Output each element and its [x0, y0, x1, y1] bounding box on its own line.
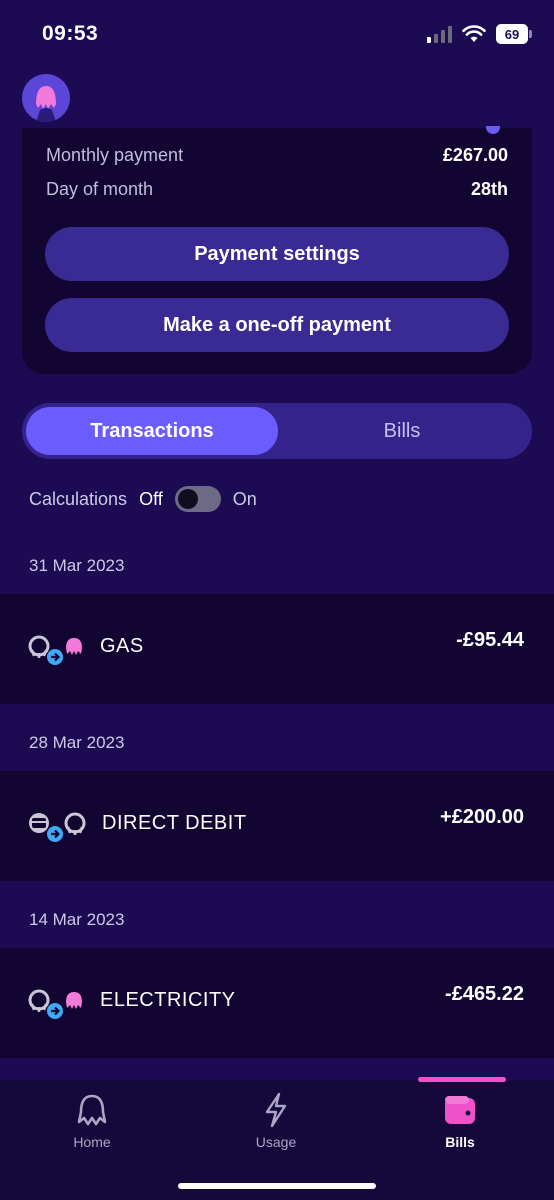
day-of-month-label: Day of month — [46, 179, 154, 199]
octopus-transfer-icon — [28, 989, 82, 1019]
home-indicator — [178, 1183, 376, 1189]
card-transfer-icon — [29, 812, 86, 842]
calculations-off-label: Off — [139, 488, 163, 509]
transaction-name: GAS — [100, 635, 144, 657]
transaction-name: ELECTRICITY — [100, 989, 236, 1011]
avatar-octopus-icon — [36, 86, 56, 122]
date-header: 14 Mar 2023 — [29, 910, 125, 929]
nav-usage-label: Usage — [255, 1134, 297, 1150]
transaction-amount: -£465.22 — [445, 983, 524, 1005]
payment-card: Monthly payment £267.00 Day of month 28t… — [22, 126, 532, 374]
date-header: 31 Mar 2023 — [29, 556, 125, 575]
monthly-payment-row: Monthly payment £267.00 — [46, 145, 508, 166]
transaction-row[interactable]: GAS -£95.44 — [0, 594, 554, 704]
bottom-tab-bar: Home Usage Bills — [0, 1077, 554, 1200]
one-off-payment-button[interactable]: Make a one-off payment — [45, 298, 509, 352]
transaction-row[interactable]: DIRECT DEBIT +£200.00 — [0, 771, 554, 881]
active-tab-indicator — [418, 1077, 506, 1082]
monthly-payment-label: Monthly payment — [46, 145, 184, 165]
calculations-toggle[interactable] — [174, 486, 221, 512]
day-of-month-value: 28th — [470, 179, 508, 199]
tab-transactions[interactable]: Transactions — [26, 407, 278, 455]
transaction-name: DIRECT DEBIT — [102, 812, 247, 834]
cellular-signal-icon — [427, 25, 452, 43]
calculations-on-label: On — [232, 488, 257, 509]
transaction-amount: -£95.44 — [456, 629, 524, 651]
battery-icon: 69 — [496, 24, 532, 44]
status-time: 09:53 — [42, 22, 99, 45]
octopus-transfer-icon — [28, 635, 82, 665]
battery-level: 69 — [496, 24, 528, 44]
day-of-month-row: Day of month 28th — [46, 179, 508, 200]
status-icons: 69 — [427, 24, 532, 44]
avatar[interactable] — [22, 74, 70, 122]
nav-usage[interactable]: Usage — [216, 1092, 336, 1150]
transaction-row[interactable]: ELECTRICITY -£465.22 — [0, 948, 554, 1058]
scroll-hint-dot — [486, 126, 500, 134]
calculations-label: Calculations — [29, 488, 128, 509]
status-bar: 09:53 69 — [0, 0, 554, 70]
toggle-knob — [177, 489, 198, 509]
nav-bills[interactable]: Bills — [400, 1092, 520, 1150]
transaction-amount: +£200.00 — [440, 806, 524, 828]
date-header: 28 Mar 2023 — [29, 733, 125, 752]
nav-bills-label: Bills — [445, 1134, 475, 1150]
wifi-icon — [462, 25, 486, 42]
nav-home-label: Home — [73, 1134, 111, 1150]
octopus-home-icon — [77, 1094, 107, 1126]
view-switcher: Transactions Bills — [22, 403, 532, 459]
payment-settings-button[interactable]: Payment settings — [45, 227, 509, 281]
nav-home[interactable]: Home — [32, 1092, 152, 1150]
tab-bills[interactable]: Bills — [276, 407, 528, 455]
wallet-icon — [445, 1096, 475, 1124]
monthly-payment-value: £267.00 — [442, 145, 508, 165]
lightning-icon — [265, 1092, 287, 1128]
calculations-row: Calculations Off On — [29, 486, 257, 512]
